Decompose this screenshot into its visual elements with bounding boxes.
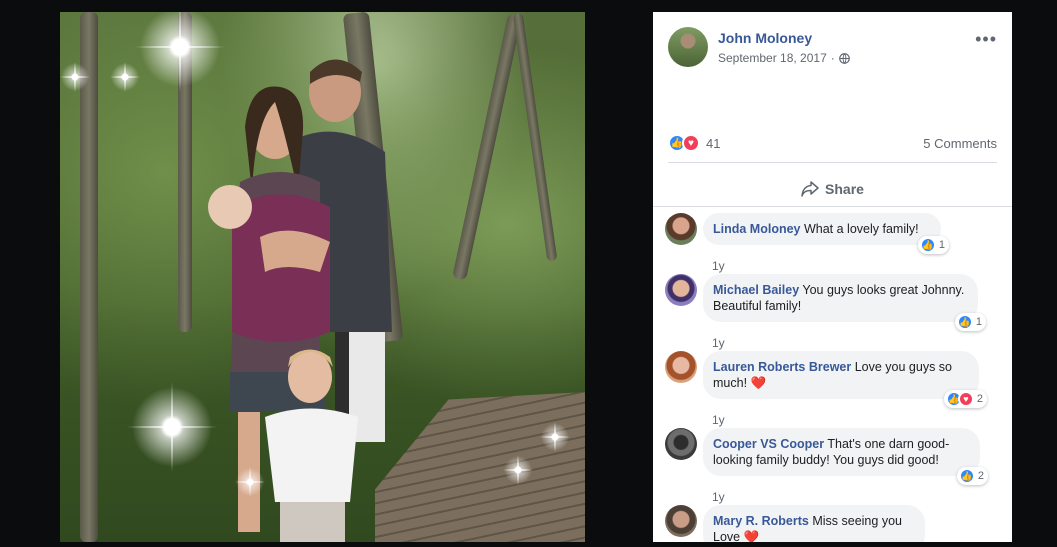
- like-icon: 👍: [919, 237, 936, 253]
- comment-reaction-count: 1: [975, 316, 982, 328]
- avatar[interactable]: [665, 351, 697, 383]
- comment-bubble: Michael Bailey You guys looks great John…: [703, 274, 986, 331]
- reaction-count[interactable]: 41: [706, 136, 720, 151]
- comment-reactions[interactable]: 👍 1: [917, 236, 949, 254]
- sparkle-icon: [235, 467, 265, 497]
- share-button[interactable]: Share: [668, 172, 997, 206]
- comment-bubble: Mary R. Roberts Miss seeing you Love ❤️: [703, 505, 925, 542]
- share-label: Share: [825, 181, 864, 197]
- comment-time[interactable]: 1y: [712, 259, 725, 273]
- comment-bubble: Cooper VS Cooper That's one darn good-lo…: [703, 428, 988, 485]
- love-icon[interactable]: ♥: [682, 134, 700, 152]
- comment-reactions[interactable]: 👍 2: [956, 467, 988, 485]
- comment-time[interactable]: 1y: [712, 490, 725, 504]
- avatar[interactable]: [665, 505, 697, 537]
- post-side-panel: John Moloney September 18, 2017 · ••• 👍 …: [653, 12, 1012, 542]
- avatar[interactable]: [665, 428, 697, 460]
- post-header: John Moloney September 18, 2017 · •••: [668, 27, 997, 71]
- comments-count[interactable]: 5 Comments: [923, 136, 997, 151]
- avatar[interactable]: [665, 274, 697, 306]
- author-name[interactable]: John Moloney: [718, 30, 812, 46]
- comment-reaction-count: 2: [977, 470, 984, 482]
- comment-reactions[interactable]: 👍 ♥ 2: [943, 390, 987, 408]
- sparkle-icon: [110, 62, 140, 92]
- post-date[interactable]: September 18, 2017: [718, 51, 827, 65]
- tree-trunk: [452, 13, 522, 281]
- globe-icon[interactable]: [838, 52, 850, 64]
- sparkle-icon: [60, 62, 90, 92]
- reactions-summary: 👍 ♥ 41 5 Comments: [668, 130, 997, 156]
- comment-bubble: Lauren Roberts Brewer Love you guys so m…: [703, 351, 987, 408]
- commenter-name[interactable]: Michael Bailey: [713, 283, 799, 297]
- comment-reactions[interactable]: 👍 1: [954, 313, 986, 331]
- divider: [668, 162, 997, 163]
- meta-separator: ·: [830, 51, 835, 65]
- comment-text: What a lovely family!: [803, 222, 919, 236]
- sparkle-icon: [135, 12, 225, 92]
- share-icon: [801, 181, 819, 197]
- comment-reaction-count: 1: [938, 239, 945, 251]
- more-options-icon[interactable]: •••: [975, 29, 997, 50]
- commenter-name[interactable]: Cooper VS Cooper: [713, 437, 824, 451]
- commenter-name[interactable]: Linda Moloney: [713, 222, 801, 236]
- post-photo[interactable]: [60, 12, 585, 542]
- avatar[interactable]: [668, 27, 708, 67]
- like-icon: 👍: [958, 468, 975, 484]
- like-icon: 👍: [956, 314, 973, 330]
- commenter-name[interactable]: Mary R. Roberts: [713, 514, 809, 528]
- commenter-name[interactable]: Lauren Roberts Brewer: [713, 360, 851, 374]
- sparkle-icon: [127, 382, 217, 472]
- avatar[interactable]: [665, 213, 697, 245]
- comment-time[interactable]: 1y: [712, 336, 725, 350]
- heart-emoji: ❤️: [750, 376, 767, 390]
- comment-reaction-count: 2: [976, 393, 983, 405]
- post-meta: September 18, 2017 ·: [718, 51, 850, 65]
- love-icon: ♥: [957, 391, 974, 407]
- comment-bubble: Linda Moloney What a lovely family! 👍 1: [703, 213, 949, 254]
- comment-time[interactable]: 1y: [712, 413, 725, 427]
- tree-trunk: [512, 12, 558, 262]
- heart-emoji: ❤️: [743, 530, 760, 542]
- sparkle-icon: [503, 455, 533, 485]
- sparkle-icon: [540, 422, 570, 452]
